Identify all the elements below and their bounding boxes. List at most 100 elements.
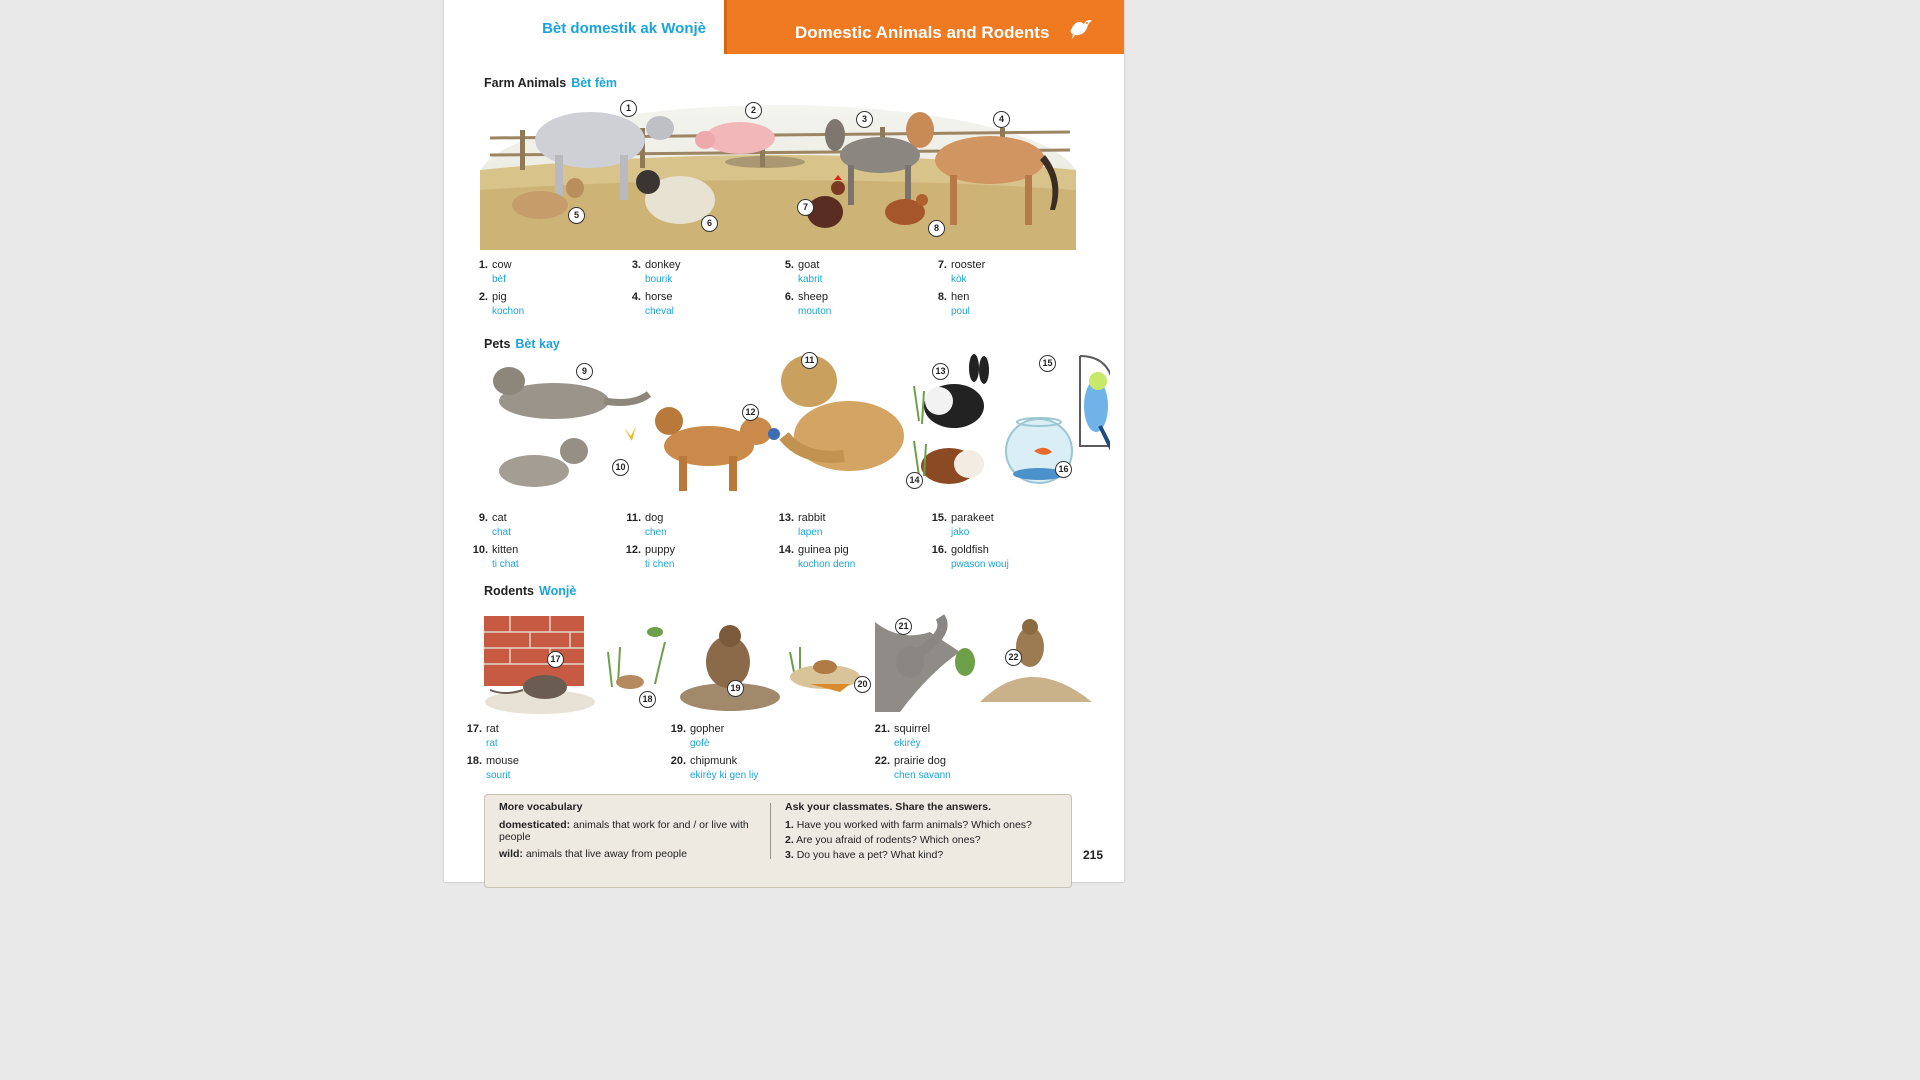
rodents-illustration: 17 18 19 20 21 22: [480, 612, 1100, 714]
question-text: Do you have a pet? What kind?: [796, 849, 944, 861]
page-number: 215: [1083, 848, 1104, 862]
item-number: 2.: [478, 291, 488, 303]
callout-13: 13: [932, 363, 949, 380]
item-haitian: chen savann: [894, 770, 951, 781]
item-english: pig: [492, 291, 507, 303]
item-english: horse: [645, 291, 673, 303]
item-number: 4.: [631, 291, 641, 303]
item-number: 6.: [784, 291, 794, 303]
ask-classmates: Ask your classmates. Share the answers. …: [785, 801, 1065, 861]
farm-section-title: Farm Animals Bèt fèm: [484, 76, 617, 90]
header-translated-title: Bèt domestik ak Wonjè: [542, 20, 706, 37]
item-number: 21.: [874, 723, 890, 735]
item-english: goat: [798, 259, 820, 271]
item-haitian: cheval: [645, 306, 674, 317]
farm-illustration: 1 2 3 4 5 6 7 8: [480, 100, 1076, 250]
item-english: cow: [492, 259, 512, 271]
item-english: parakeet: [951, 512, 994, 524]
item-english: hen: [951, 291, 970, 303]
item-number: 18.: [466, 755, 482, 767]
item-number: 7.: [937, 259, 947, 271]
item-english: goldfish: [951, 544, 989, 556]
vocab-term: domesticated:: [499, 819, 571, 831]
item-english: gopher: [690, 723, 725, 735]
callout-19: 19: [727, 680, 744, 697]
callout-8: 8: [928, 220, 945, 237]
callout-4: 4: [993, 111, 1010, 128]
question-number: 3.: [785, 849, 794, 861]
callout-1: 1: [620, 100, 637, 117]
question: 1. Have you worked with farm animals? Wh…: [785, 819, 1065, 831]
item-haitian: pwason wouj: [951, 559, 1009, 570]
callout-21: 21: [895, 618, 912, 635]
callout-18: 18: [639, 691, 656, 708]
item-number: 22.: [874, 755, 890, 767]
item-haitian: rat: [486, 738, 498, 749]
item-english: chipmunk: [690, 755, 738, 767]
item-haitian: kabrit: [798, 274, 823, 285]
item-haitian: kochon denn: [798, 559, 856, 570]
item-haitian: sourit: [486, 770, 511, 781]
item-number: 3.: [631, 259, 641, 271]
item-haitian: bourik: [645, 274, 673, 285]
vocab-def: animals that live away from people: [525, 848, 687, 860]
item-number: 5.: [784, 259, 794, 271]
item-haitian: ekirèy: [894, 738, 921, 749]
textbook-page: Bèt domestik ak Wonjè Domestic Animals a…: [444, 0, 1124, 888]
item-haitian: gofè: [690, 738, 710, 749]
item-haitian: chen: [645, 527, 667, 538]
item-number: 13.: [778, 512, 794, 524]
callout-2: 2: [745, 102, 762, 119]
item-number: 12.: [625, 544, 641, 556]
item-number: 14.: [778, 544, 794, 556]
vocab-term: wild:: [499, 848, 523, 860]
callout-15: 15: [1039, 355, 1056, 372]
item-english: rat: [486, 723, 499, 735]
question-number: 2.: [785, 834, 794, 846]
item-number: 8.: [937, 291, 947, 303]
header-banner: Domestic Animals and Rodents: [724, 0, 1124, 54]
callout-12: 12: [742, 404, 759, 421]
question-text: Are you afraid of rodents? Which ones?: [796, 834, 981, 846]
item-english: rooster: [951, 259, 986, 271]
callout-6: 6: [701, 215, 718, 232]
item-english: squirrel: [894, 723, 931, 735]
callout-16: 16: [1055, 461, 1072, 478]
ask-title: Ask your classmates. Share the answers.: [785, 801, 992, 813]
farm-title-ht: Bèt fèm: [571, 76, 618, 90]
pets-illustration: 9 10 11 12 13 14 15 16: [474, 346, 1110, 506]
callout-11: 11: [801, 352, 818, 369]
callout-22: 22: [1005, 649, 1022, 666]
item-english: sheep: [798, 291, 828, 303]
rodents-title-ht: Wonjè: [539, 584, 577, 598]
question: 3. Do you have a pet? What kind?: [785, 849, 1065, 861]
item-number: 9.: [478, 512, 488, 524]
question-text: Have you worked with farm animals? Which…: [796, 819, 1032, 831]
item-haitian: ekirèy ki gen liy: [690, 770, 759, 781]
item-number: 17.: [466, 723, 482, 735]
farm-title-en: Farm Animals: [484, 76, 567, 90]
item-english: guinea pig: [798, 544, 849, 556]
item-number: 11.: [626, 512, 641, 524]
callout-10: 10: [612, 459, 629, 476]
item-haitian: chat: [492, 527, 511, 538]
rodents-title-en: Rodents: [484, 584, 534, 598]
callout-7: 7: [797, 199, 814, 216]
item-haitian: ti chen: [645, 559, 675, 570]
page-title: Domestic Animals and Rodents: [795, 23, 1050, 42]
item-english: dog: [645, 512, 664, 524]
item-number: 16.: [931, 544, 947, 556]
item-number: 10.: [472, 544, 488, 556]
item-english: puppy: [645, 544, 675, 556]
callout-5: 5: [568, 207, 585, 224]
item-haitian: mouton: [798, 306, 832, 317]
question-number: 1.: [785, 819, 794, 831]
item-haitian: kochon: [492, 306, 525, 317]
callout-14: 14: [906, 472, 923, 489]
question: 2. Are you afraid of rodents? Which ones…: [785, 834, 1065, 846]
item-haitian: ti chat: [492, 559, 519, 570]
callout-17: 17: [547, 651, 564, 668]
farm-scene-art: [480, 105, 1076, 250]
rodents-section-title: Rodents Wonjè: [484, 584, 576, 598]
item-english: mouse: [486, 755, 520, 767]
